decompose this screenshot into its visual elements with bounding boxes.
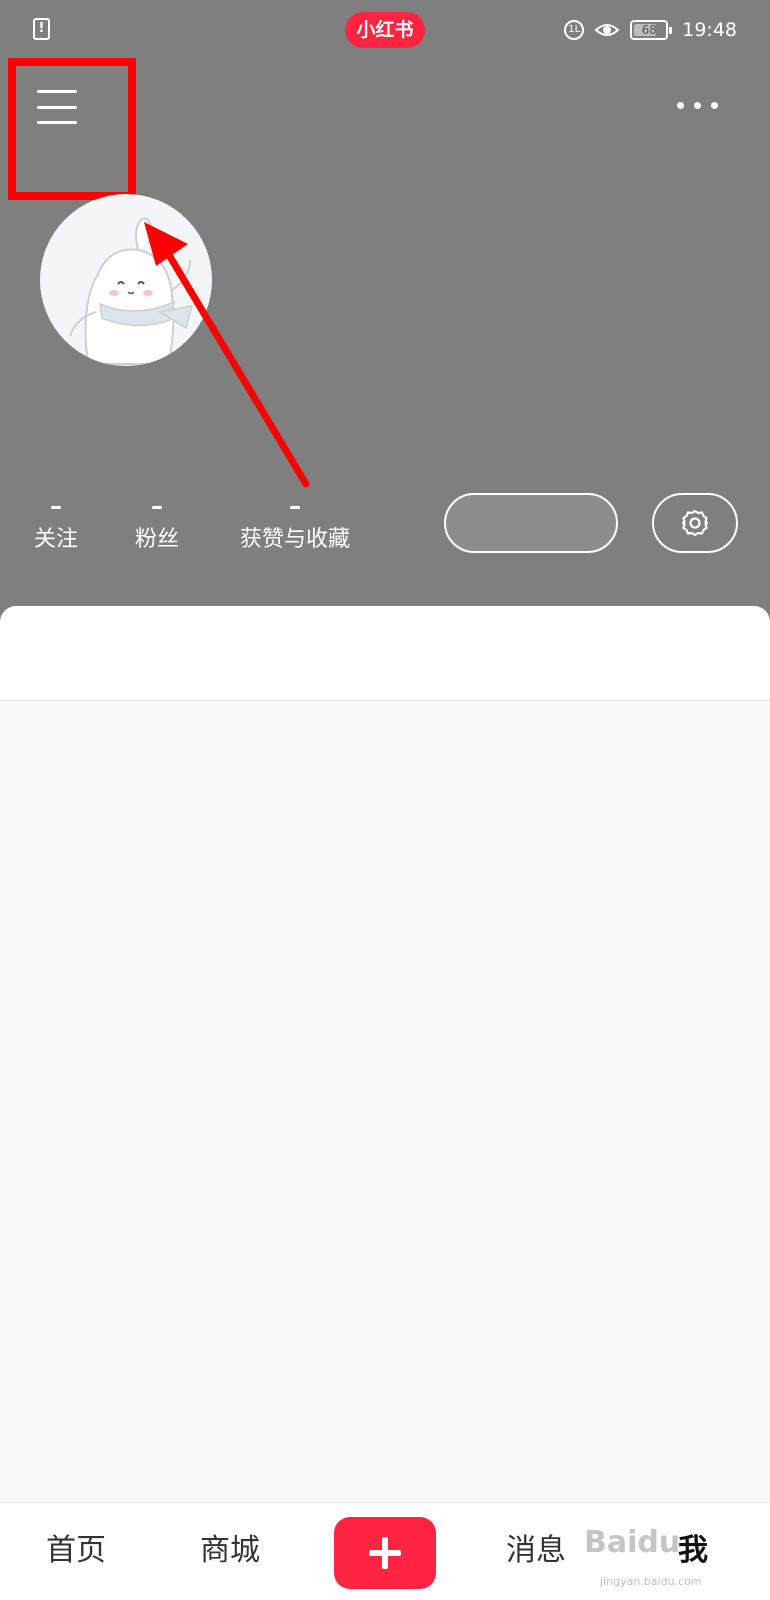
nav-home[interactable]: 首页 [46, 1533, 106, 1569]
watermark-url: jingyan.baidu.com [600, 1575, 702, 1588]
app-badge: 小红书 [345, 12, 425, 48]
clock: 19:48 [682, 19, 737, 41]
eye-icon [594, 24, 620, 36]
stat-followers[interactable]: – 粉丝 [133, 492, 181, 555]
stat-likes-label: 获赞与收藏 [239, 527, 350, 552]
stat-likes-collections[interactable]: – 获赞与收藏 [236, 492, 354, 555]
gear-icon [681, 509, 709, 537]
content-tab-bar [0, 606, 770, 701]
nav-me[interactable]: 我 [678, 1533, 708, 1569]
notes-content-area [0, 701, 770, 1501]
watermark: Baidu [584, 1525, 681, 1560]
more-horizontal-icon[interactable] [677, 102, 718, 109]
stat-followers-value: – [151, 492, 163, 520]
nav-mall[interactable]: 商城 [200, 1533, 260, 1569]
annotation-highlight-box [8, 58, 136, 200]
stat-following-label: 关注 [33, 527, 78, 552]
avatar[interactable] [40, 194, 212, 366]
stat-following[interactable]: – 关注 [32, 492, 80, 555]
default-avatar-illustration [69, 216, 194, 365]
nav-messages[interactable]: 消息 [506, 1533, 566, 1569]
plus-icon [369, 1537, 401, 1569]
stat-likes-value: – [289, 492, 301, 520]
sim-alert-icon: ! [33, 18, 50, 40]
status-bar: ! 小红书 1L 68 19:48 [0, 0, 770, 60]
stat-followers-label: 粉丝 [134, 527, 179, 552]
add-post-button[interactable] [334, 1517, 436, 1589]
status-indicators: 1L 68 19:48 [564, 17, 737, 43]
bottom-nav: 首页 商城 消息 我 Baidu jingyan.baidu.com [0, 1502, 770, 1600]
stat-following-value: – [50, 492, 62, 520]
battery-level: 68 [641, 23, 657, 37]
settings-button[interactable] [652, 493, 738, 553]
network-icon: 1L [564, 20, 585, 40]
edit-profile-button[interactable] [444, 493, 618, 553]
battery-icon: 68 [630, 20, 673, 40]
